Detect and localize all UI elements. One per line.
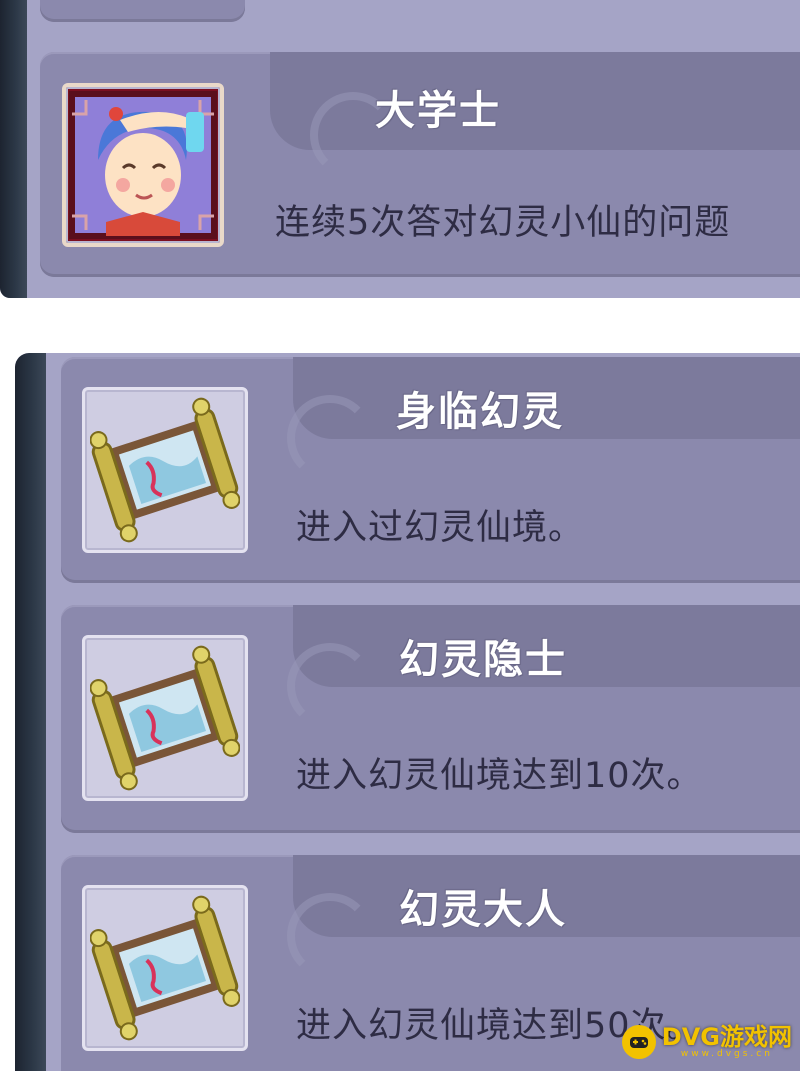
- achievement-description: 连续5次答对幻灵小仙的问题: [275, 203, 731, 243]
- scholar-portrait-icon: [62, 83, 224, 247]
- achievement-description: 进入幻灵仙境达到10次。: [296, 756, 703, 796]
- scroll-painting-icon: [82, 635, 248, 801]
- gamepad-icon: [621, 1025, 656, 1059]
- achievement-card[interactable]: 幻灵隐士 进入幻灵仙境达到10次。: [61, 605, 800, 833]
- achievement-card-partial: [40, 0, 245, 22]
- achievement-title: 幻灵大人: [399, 887, 567, 933]
- achievement-title: 大学士: [375, 88, 501, 134]
- watermark: DVG游戏网 www.dvgs.cn: [621, 1023, 792, 1059]
- achievement-panel-top: 大学士 连续5次答对幻灵小仙的问题: [0, 0, 800, 298]
- panel-edge: [15, 353, 46, 1071]
- watermark-subtext: www.dvgs.cn: [680, 1049, 773, 1059]
- scroll-painting-icon: [82, 885, 248, 1051]
- watermark-text: DVG游戏网: [661, 1023, 792, 1051]
- achievement-description: 进入过幻灵仙境。: [296, 508, 585, 548]
- achievement-title: 身临幻灵: [396, 389, 564, 435]
- achievement-card[interactable]: 大学士 连续5次答对幻灵小仙的问题: [40, 52, 800, 277]
- scroll-painting-icon: [82, 387, 248, 553]
- achievement-card[interactable]: 身临幻灵 进入过幻灵仙境。: [61, 357, 800, 583]
- panel-edge: [0, 0, 27, 298]
- achievement-panel-bottom: 身临幻灵 进入过幻灵仙境。 幻灵隐士 进入幻灵仙境达到10次。 幻灵大人 进入幻…: [15, 353, 800, 1071]
- achievement-title: 幻灵隐士: [399, 637, 567, 683]
